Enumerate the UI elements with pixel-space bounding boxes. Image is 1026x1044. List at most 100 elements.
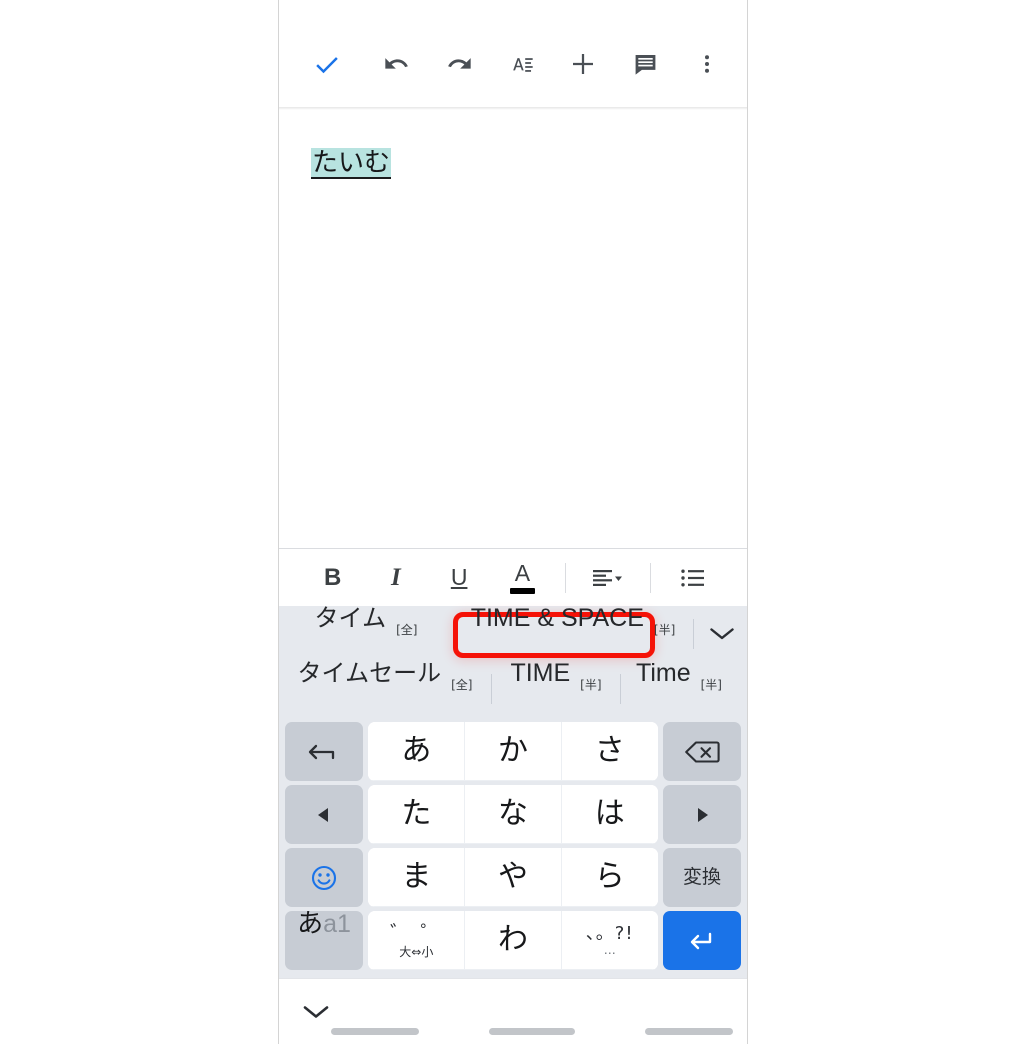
kana-keys-row-1: あ か さ: [368, 722, 658, 781]
text-color-button[interactable]: A: [501, 557, 543, 599]
kana-label: や: [498, 859, 528, 894]
key-row-2: た な は: [282, 783, 744, 846]
input-mode-key[interactable]: あ a1: [284, 910, 364, 970]
kana-key-ya[interactable]: や: [465, 848, 562, 907]
more-options-button[interactable]: [685, 42, 729, 86]
composing-text[interactable]: たいむ: [311, 148, 392, 179]
suggestion-text: タイムセール: [297, 659, 442, 687]
align-button[interactable]: [587, 557, 629, 599]
suggestion-text: TIME & SPACE: [470, 604, 644, 632]
suggestion-row-2: タイムセール [全] TIME [半] Time [半]: [279, 661, 747, 716]
backspace-key[interactable]: [662, 722, 742, 781]
nav-pill-group: [331, 1028, 733, 1035]
format-toolbar: B I U A: [279, 548, 747, 606]
input-mode-inactive-label: a1: [323, 910, 351, 938]
expand-suggestions-button[interactable]: [694, 626, 747, 642]
suggestion-tag: [半]: [653, 623, 676, 637]
punctuation-glyphs: 、。?!: [585, 922, 634, 944]
nav-pill-home[interactable]: [489, 1028, 575, 1035]
document-line: たいむ: [311, 148, 715, 179]
punctuation-key[interactable]: 、。?! …: [561, 911, 658, 970]
kana-key-na[interactable]: な: [465, 785, 562, 844]
bulleted-list-icon: [681, 569, 705, 586]
kana-key-sa[interactable]: さ: [561, 722, 658, 781]
text-color-glyph: A: [514, 559, 531, 586]
undo-arrow-icon: [308, 744, 335, 759]
triangle-left-icon: [317, 807, 328, 822]
key-row-3: ま や ら 変換: [282, 846, 744, 909]
enter-key[interactable]: [662, 911, 742, 970]
comment-icon: [635, 54, 655, 75]
kana-key-ha[interactable]: は: [561, 785, 658, 844]
kana-label: か: [498, 733, 528, 768]
suggestion-candidate-5[interactable]: Time [半]: [621, 661, 737, 716]
key-row-1: あ か さ: [282, 720, 744, 783]
suggestion-candidate-3[interactable]: タイムセール [全]: [279, 661, 491, 716]
bold-button[interactable]: B: [312, 557, 354, 599]
chevron-down-icon: [303, 1005, 329, 1018]
emoji-key[interactable]: [284, 848, 364, 907]
triangle-right-icon: [698, 807, 708, 822]
backspace-icon: [685, 740, 720, 763]
kana-key-ra[interactable]: ら: [561, 848, 658, 907]
undo-button[interactable]: [375, 42, 419, 86]
suggestion-row-1: タイム [全] TIME & SPACE [半]: [279, 606, 747, 661]
suggestion-candidate-1[interactable]: タイム [全]: [279, 606, 453, 661]
kana-key-ma[interactable]: ま: [368, 848, 466, 907]
key-grid: あ か さ た な は ま や ら 変換 あ a1 ゛ ゜ 大⇔小 わ 、。?!…: [279, 716, 747, 978]
cursor-right-key[interactable]: [662, 785, 742, 844]
suggestion-text: Time: [635, 659, 691, 687]
suggestion-tag: [全]: [451, 678, 473, 692]
cursor-left-key[interactable]: [284, 785, 364, 844]
suggestion-text: TIME: [510, 659, 571, 687]
kana-key-ta[interactable]: た: [368, 785, 466, 844]
suggestion-candidate-4[interactable]: TIME [半]: [492, 661, 620, 716]
nav-pill-recents[interactable]: [645, 1028, 733, 1035]
document-canvas[interactable]: たいむ: [279, 110, 747, 548]
kana-label: あ: [401, 733, 432, 768]
nav-pill-back[interactable]: [331, 1028, 419, 1035]
bulleted-list-button[interactable]: [672, 557, 714, 599]
keyboard: タイム [全] TIME & SPACE [半] タイムセール [全] TIME…: [279, 606, 747, 978]
undo-key[interactable]: [284, 722, 364, 781]
kana-key-a[interactable]: あ: [368, 722, 466, 781]
screenshot-root: たいむ B I U A タイム [全] TIME & SPACE [半] タイム…: [0, 0, 1026, 1044]
underline-label: U: [450, 564, 468, 590]
smiley-icon: [311, 865, 337, 890]
insert-button[interactable]: [561, 42, 605, 86]
top-toolbar: [279, 0, 747, 110]
kana-key-ka[interactable]: か: [465, 722, 562, 781]
suggestion-candidate-2[interactable]: TIME & SPACE [半]: [453, 606, 693, 661]
italic-button[interactable]: I: [375, 557, 417, 599]
key-row-4: あ a1 ゛ ゜ 大⇔小 わ 、。?! …: [282, 909, 744, 972]
text-format-icon: [513, 58, 533, 72]
toolbar-divider-1: [564, 562, 566, 593]
text-format-button[interactable]: [499, 42, 543, 86]
kana-key-wa[interactable]: わ: [465, 911, 562, 970]
dakuten-key[interactable]: ゛ ゜ 大⇔小: [368, 911, 466, 970]
kana-label: さ: [594, 733, 625, 768]
convert-key[interactable]: 変換: [662, 848, 742, 907]
plus-icon: [573, 54, 593, 74]
toolbar-divider-2: [650, 562, 652, 593]
kana-keys-row-3: ま や ら: [368, 848, 658, 907]
undo-icon: [385, 58, 408, 69]
kana-label: な: [498, 796, 528, 831]
chevron-down-icon: [614, 576, 622, 581]
comment-button[interactable]: [623, 42, 667, 86]
italic-label: I: [391, 564, 401, 591]
text-color-swatch: [509, 587, 535, 594]
redo-icon: [448, 58, 471, 69]
kana-label: は: [594, 796, 625, 831]
suggestion-tag: [半]: [700, 678, 722, 692]
redo-button[interactable]: [437, 42, 481, 86]
accept-check-button[interactable]: [305, 42, 349, 86]
more-vertical-icon: [705, 55, 709, 73]
chevron-down-icon: [710, 627, 734, 639]
suggestion-tag: [全]: [396, 623, 418, 637]
kana-label: わ: [498, 922, 528, 957]
suggestion-text: タイム: [314, 604, 387, 632]
check-icon: [316, 57, 338, 74]
bottom-navigation-bar: [279, 978, 747, 1044]
underline-button[interactable]: U: [438, 557, 480, 599]
